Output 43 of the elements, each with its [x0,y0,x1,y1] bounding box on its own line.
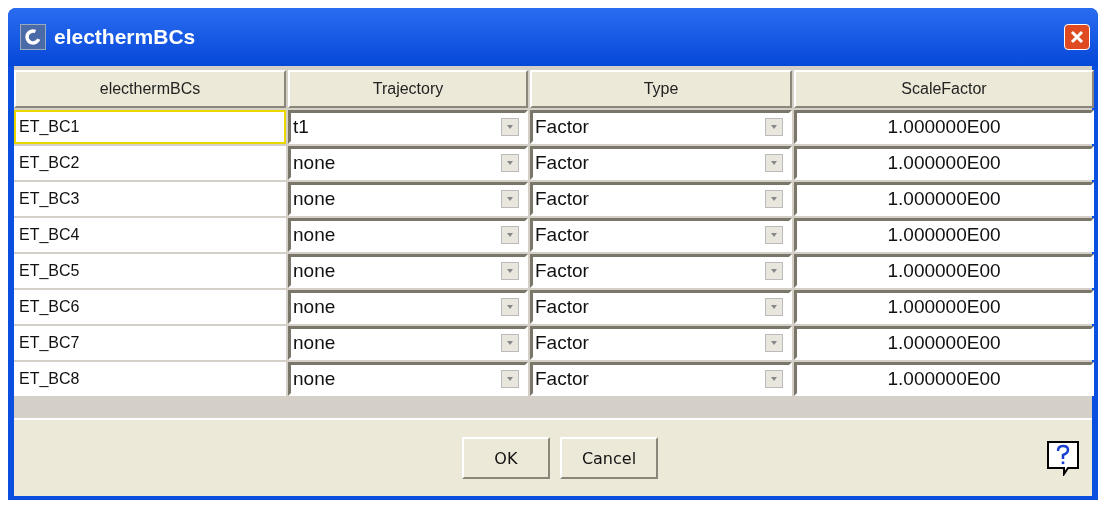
trajectory-dropdown[interactable]: t1 [288,110,528,144]
column-header[interactable]: Type [530,70,792,108]
column-header[interactable]: Trajectory [288,70,528,108]
scale-factor-field[interactable]: 1.000000E00 [794,218,1094,252]
dialog-button[interactable]: OK [461,437,550,479]
type-dropdown[interactable]: Factor [530,254,792,288]
column-header[interactable]: electhermBCs [14,70,286,108]
help-icon[interactable] [1046,440,1080,476]
type-dropdown[interactable]: Factor [530,362,792,396]
name-cell[interactable]: ET_BC7 [14,326,286,360]
scale-factor-field[interactable]: 1.000000E00 [794,326,1094,360]
type-dropdown[interactable]: Factor [530,146,792,180]
name-cell[interactable]: ET_BC3 [14,182,286,216]
trajectory-dropdown[interactable]: none [288,290,528,324]
name-cell[interactable]: ET_BC8 [14,362,286,396]
trajectory-dropdown[interactable]: none [288,218,528,252]
scale-factor-field[interactable]: 1.000000E00 [794,254,1094,288]
window-title: electhermBCs [54,25,197,49]
trajectory-dropdown[interactable]: none [288,254,528,288]
close-icon[interactable] [1069,29,1085,45]
scale-factor-field[interactable]: 1.000000E00 [794,290,1094,324]
scale-factor-field[interactable]: 1.000000E00 [794,182,1094,216]
name-cell[interactable]: ET_BC2 [14,146,286,180]
app-icon [20,24,46,50]
name-cell[interactable]: ET_BC6 [14,290,286,324]
type-dropdown[interactable]: Factor [530,290,792,324]
close-button[interactable] [1064,24,1090,50]
trajectory-dropdown[interactable]: none [288,182,528,216]
type-dropdown[interactable]: Factor [530,182,792,216]
trajectory-dropdown[interactable]: none [288,326,528,360]
name-cell[interactable]: ET_BC4 [14,218,286,252]
type-dropdown[interactable]: Factor [530,110,792,144]
type-dropdown[interactable]: Factor [530,218,792,252]
name-cell[interactable]: ET_BC1 [14,110,286,144]
scale-factor-field[interactable]: 1.000000E00 [794,110,1094,144]
trajectory-dropdown[interactable]: none [288,362,528,396]
column-header[interactable]: ScaleFactor [794,70,1094,108]
scale-factor-field[interactable]: 1.000000E00 [794,146,1094,180]
dialog-button[interactable]: Cancel [559,437,659,479]
type-dropdown[interactable]: Factor [530,326,792,360]
trajectory-dropdown[interactable]: none [288,146,528,180]
name-cell[interactable]: ET_BC5 [14,254,286,288]
scale-factor-field[interactable]: 1.000000E00 [794,362,1094,396]
